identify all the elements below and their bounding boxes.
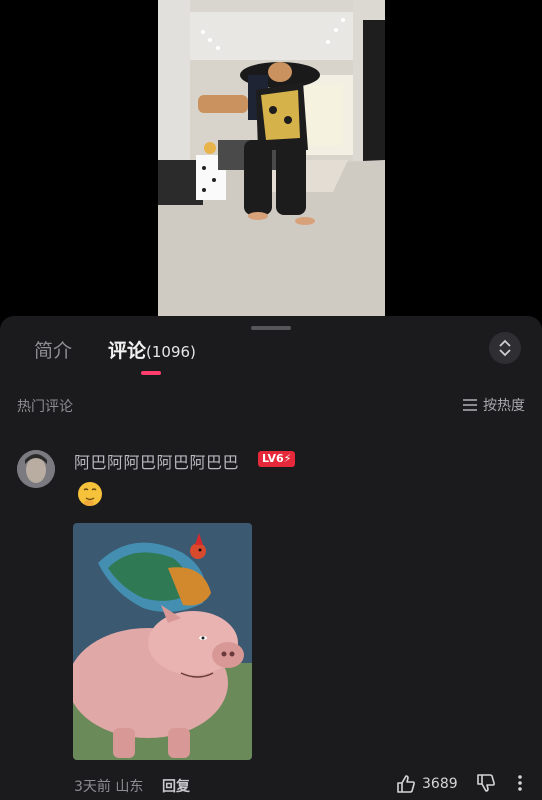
thumbs-up-icon <box>397 775 415 793</box>
vertical-dots-icon <box>518 775 522 791</box>
tab-intro[interactable]: 简介 <box>34 336 72 363</box>
video-frame[interactable] <box>158 0 385 316</box>
sort-label: 按热度 <box>483 398 525 414</box>
tab-comments[interactable]: 评论(1096) <box>108 336 196 363</box>
like-count: 3689 <box>422 776 458 792</box>
tab-intro-label: 简介 <box>34 340 73 362</box>
avatar[interactable] <box>17 450 55 488</box>
comment-meta: 3天前 山东 <box>74 776 143 796</box>
comment-image[interactable] <box>73 523 252 760</box>
more-button[interactable] <box>515 773 525 797</box>
hot-comments-label: 热门评论 <box>17 399 73 415</box>
thumbs-down-icon <box>477 774 495 792</box>
comment-sheet: 简介 评论(1096) 热门评论 按热度 阿巴阿阿巴阿巴阿巴巴 LV6⚡ 3天前… <box>0 316 542 800</box>
sort-button[interactable]: 按热度 <box>462 395 525 415</box>
chevron-up-down-icon <box>499 339 511 357</box>
thinking-face-emoji-icon <box>78 482 102 506</box>
tab-comments-count: (1096) <box>146 343 196 361</box>
dislike-button[interactable] <box>476 773 496 797</box>
list-icon <box>463 399 477 411</box>
video-player[interactable] <box>0 0 542 316</box>
reply-button[interactable]: 回复 <box>162 776 190 796</box>
comment-time: 3天前 <box>74 779 111 795</box>
comment-username[interactable]: 阿巴阿阿巴阿巴阿巴巴 <box>74 449 239 473</box>
level-badge: LV6⚡ <box>258 451 296 467</box>
tab-active-indicator <box>141 371 161 375</box>
like-button[interactable]: 3689 <box>396 774 458 794</box>
comment-location: 山东 <box>115 779 144 795</box>
collapse-button[interactable] <box>489 332 521 364</box>
drag-handle[interactable] <box>251 326 291 330</box>
tab-comments-label: 评论 <box>108 340 147 362</box>
